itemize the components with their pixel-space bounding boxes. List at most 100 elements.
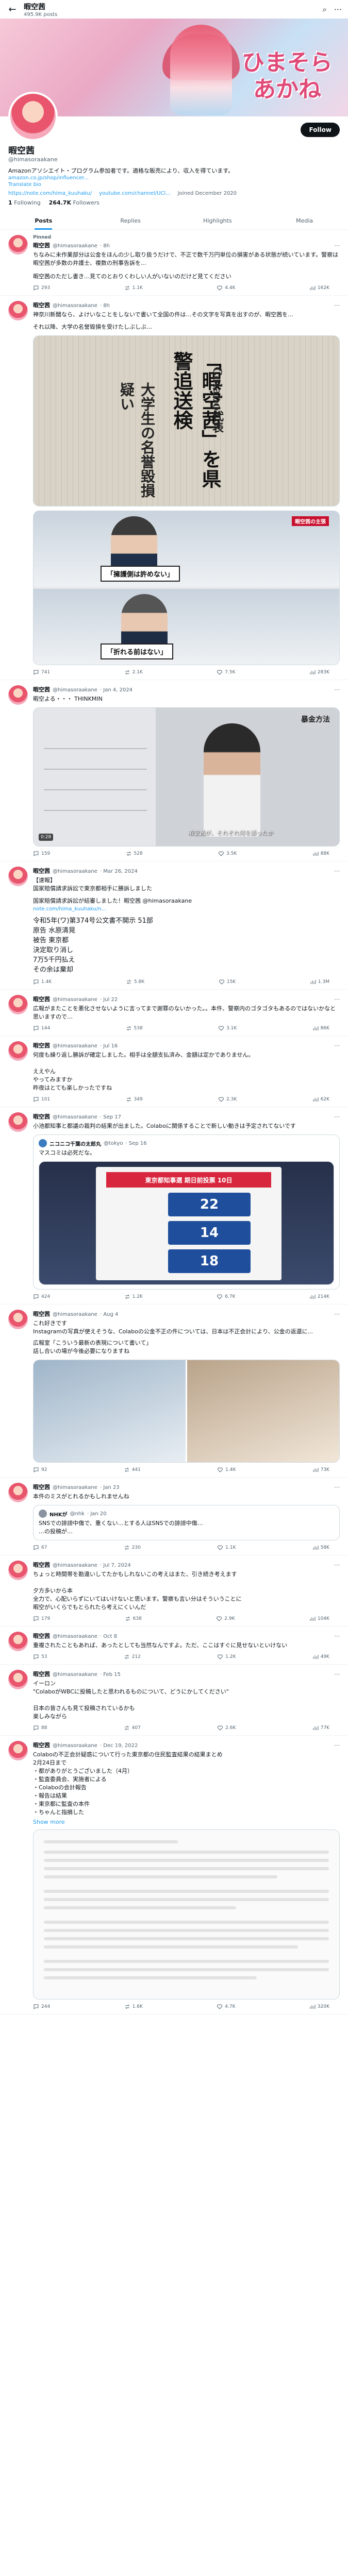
reply-button[interactable]: 424 (33, 1294, 50, 1300)
repost-button[interactable]: 441 (124, 1467, 141, 1473)
views-button[interactable]: 86K (312, 1025, 329, 1031)
tweet-author-name[interactable]: 暇空茜 (33, 685, 50, 693)
like-button[interactable]: 3.5K (218, 851, 237, 857)
more-icon[interactable]: ⋯ (334, 1671, 340, 1677)
reply-button[interactable]: 101 (33, 1096, 50, 1103)
tweet-author-name[interactable]: 暇空茜 (33, 1310, 50, 1318)
quote-media-board[interactable]: 東京都知事選 期日前投票 10日 22 14 18 (39, 1161, 334, 1285)
tweet[interactable]: 暇空茜 @himasoraakane · Jul 7, 2024 ⋯ ちょっと時… (0, 1555, 348, 1626)
tweet-date[interactable]: · Jan 4, 2024 (100, 687, 132, 693)
tweet[interactable]: 暇空茜 @himasoraakane · Jul 16 ⋯ 何度も繰り返し勝訴が… (0, 1036, 348, 1107)
tweet[interactable]: 暇空茜 @himasoraakane · Feb 15 ⋯ イーロン "Cola… (0, 1665, 348, 1736)
quoted-tweet[interactable]: ニコニコ千葉の太郎丸 @tokyo · Sep 16 マスコミは必死だな。 東京… (33, 1134, 340, 1290)
tweet-date[interactable]: · Oct 8 (100, 1634, 117, 1639)
tweet-author-name[interactable]: 暇空茜 (33, 301, 50, 309)
tweet-media-images[interactable] (33, 1360, 340, 1463)
reply-button[interactable]: 1.4K (33, 979, 52, 985)
repost-button[interactable]: 407 (124, 1725, 141, 1731)
tweet-avatar[interactable] (8, 235, 28, 255)
reply-button[interactable]: 159 (33, 851, 50, 857)
tweet-date[interactable]: · Jul 7, 2024 (100, 1563, 131, 1568)
more-icon[interactable]: ⋯ (334, 5, 342, 14)
reply-button[interactable]: 244 (33, 2004, 50, 2010)
tweet-avatar[interactable] (8, 685, 28, 705)
tweet[interactable]: 暇空茜 @himasoraakane · Jul 22 ⋯ 広報がまたことを悪化… (0, 990, 348, 1036)
back-arrow-icon[interactable]: ← (6, 4, 19, 15)
repost-button[interactable]: 1.1K (124, 285, 143, 291)
repost-button[interactable]: 538 (126, 1025, 143, 1031)
more-icon[interactable]: ⋯ (334, 1562, 340, 1568)
views-button[interactable]: 62K (312, 1096, 329, 1103)
tweet-author-name[interactable]: 暇空茜 (33, 1112, 50, 1121)
like-button[interactable]: 1.4K (217, 1467, 236, 1473)
tweet-media-tv[interactable]: 暇空茜の主張 「擁護側は許めない」 「折れる前はない」 (33, 511, 340, 665)
reply-button[interactable]: 179 (33, 1616, 50, 1622)
views-button[interactable]: 58K (312, 1545, 329, 1551)
quoted-tweet[interactable]: NHKが @nhk · Jan 20 SNSでの誹謗中傷で、重くない…とする人は… (33, 1505, 340, 1540)
repost-button[interactable]: 638 (125, 1616, 142, 1622)
views-button[interactable]: 77K (312, 1725, 329, 1731)
like-button[interactable]: 3.1K (218, 1025, 237, 1031)
repost-button[interactable]: 212 (124, 1654, 141, 1660)
reply-button[interactable]: 92 (33, 1467, 47, 1473)
more-icon[interactable]: ⋯ (334, 1042, 340, 1049)
like-button[interactable]: 4.4K (217, 285, 235, 291)
like-button[interactable]: 15K (219, 979, 236, 985)
views-button[interactable]: 283K (309, 669, 329, 675)
more-icon[interactable]: ⋯ (334, 1484, 340, 1490)
tweet[interactable]: 暇空茜 @himasoraakane · 8h ⋯ 神奈川新聞なら、よけいなこと… (0, 296, 348, 680)
tweet-author-name[interactable]: 暇空茜 (33, 1561, 50, 1569)
like-button[interactable]: 1.2K (217, 1654, 236, 1660)
views-button[interactable]: 73K (312, 1467, 329, 1473)
tweet-avatar[interactable] (8, 867, 28, 886)
like-button[interactable]: 2.6K (217, 1725, 236, 1731)
tweet-author-name[interactable]: 暇空茜 (33, 1632, 50, 1640)
tweet-avatar[interactable] (8, 1632, 28, 1651)
search-icon[interactable]: ⌕ (323, 5, 327, 14)
tweet-date[interactable]: · Jul 16 (100, 1043, 118, 1049)
bio-link[interactable]: amazon.co.jp/shop/influencer... (8, 175, 340, 181)
more-icon[interactable]: ⋯ (334, 302, 340, 309)
tweet-pinned[interactable]: Pinned 暇空茜 @himasoraakane · 8h ⋯ ちなみに未作業… (0, 230, 348, 296)
more-icon[interactable]: ⋯ (334, 996, 340, 1003)
views-button[interactable]: 162K (309, 285, 329, 291)
tweet-avatar[interactable] (8, 1310, 28, 1329)
tweet-date[interactable]: · 8h (100, 243, 110, 249)
tweet-avatar[interactable] (8, 1561, 28, 1580)
tweet-video[interactable]: 暴金方法 暇空茜が、それぞれ何を語ったか 0:28 (33, 707, 340, 846)
tweet-date[interactable]: · Aug 4 (100, 1312, 118, 1317)
like-button[interactable]: 7.5K (217, 669, 235, 675)
tweet-avatar[interactable] (8, 1041, 28, 1061)
followers-stat[interactable]: 264.7K Followers (49, 199, 100, 206)
tweet-link[interactable]: note.com/hima_kuuhaku/n... (33, 906, 340, 912)
tweet-author-name[interactable]: 暇空茜 (33, 995, 50, 1003)
tweet[interactable]: 暇空茜 @himasoraakane · Mar 26, 2024 ⋯ 【速報】… (0, 861, 348, 990)
show-more-link[interactable]: Show more (33, 1819, 340, 1825)
tweet-media-document[interactable] (33, 1829, 340, 1999)
tweet-date[interactable]: · Dec 19, 2022 (100, 1743, 138, 1749)
more-icon[interactable]: ⋯ (334, 1633, 340, 1639)
repost-button[interactable]: 2.1K (124, 669, 143, 675)
tweet-date[interactable]: · Mar 26, 2024 (100, 869, 138, 874)
views-button[interactable]: 320K (309, 2004, 329, 2010)
more-icon[interactable]: ⋯ (334, 868, 340, 874)
tweet[interactable]: 暇空茜 @himasoraakane · Oct 8 ⋯ 重複されたこともあれば… (0, 1626, 348, 1665)
repost-button[interactable]: 5.8K (126, 979, 144, 985)
repost-button[interactable]: 349 (126, 1096, 143, 1103)
tweet-date[interactable]: · Sep 17 (100, 1114, 121, 1120)
follow-button[interactable]: Follow (301, 123, 340, 137)
like-button[interactable]: 6.7K (217, 1294, 235, 1300)
reply-button[interactable]: 293 (33, 285, 50, 291)
website-link[interactable]: https://note.com/hima_kuuhaku/ (8, 191, 92, 196)
more-icon[interactable]: ⋯ (334, 1311, 340, 1317)
more-icon[interactable]: ⋯ (334, 686, 340, 693)
tab-replies[interactable]: Replies (87, 211, 174, 229)
repost-button[interactable]: 1.6K (124, 2004, 143, 2010)
tweet[interactable]: 暇空茜 @himasoraakane · Aug 4 ⋯ これ好きです Inst… (0, 1304, 348, 1478)
reply-button[interactable]: 144 (33, 1025, 50, 1031)
tweet[interactable]: 暇空茜 @himasoraakane · Jan 4, 2024 ⋯ 暇空よる・… (0, 680, 348, 861)
like-button[interactable]: 2.3K (218, 1096, 237, 1103)
repost-button[interactable]: 230 (124, 1545, 141, 1551)
tweet-avatar[interactable] (8, 995, 28, 1014)
views-button[interactable]: 49K (312, 1654, 329, 1660)
